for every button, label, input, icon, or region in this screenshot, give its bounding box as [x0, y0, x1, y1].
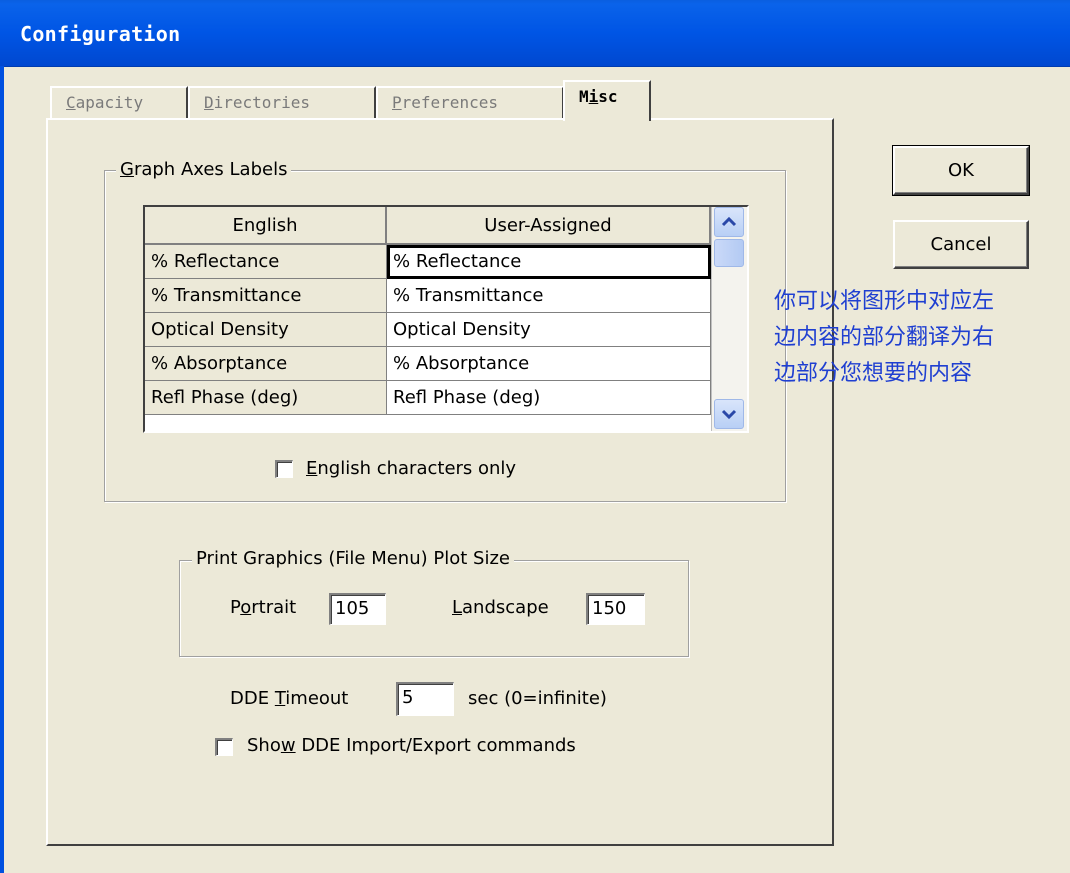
show-dde-text-b: DDE Import/Export commands — [295, 735, 576, 756]
tab-capacity[interactable]: Capacity — [50, 86, 188, 118]
show-dde-commands-label[interactable]: Show DDE Import/Export commands — [247, 735, 576, 757]
tab-preferences-label: references — [401, 93, 498, 112]
grid-cell-user[interactable]: % Reflectance — [387, 245, 711, 279]
tab-capacity-label: apacity — [75, 93, 144, 112]
grid-cell-english: Refl Phase (deg) — [145, 381, 387, 415]
tab-directories[interactable]: Directories — [188, 86, 376, 118]
dde-timeout-mnemonic: T — [274, 688, 286, 709]
annotation-line-1: 你可以将图形中对应左 — [774, 289, 995, 314]
tab-misc[interactable]: Misc — [563, 80, 651, 121]
axes-labels-grid[interactable]: English User-Assigned % Reflectance % Re… — [143, 205, 749, 433]
grid-cell-english: Optical Density — [145, 313, 387, 347]
tab-directories-label: irectories — [213, 93, 310, 112]
tab-preferences[interactable]: Preferences — [376, 86, 564, 118]
landscape-input[interactable]: 150 — [586, 593, 645, 625]
cancel-button-label: Cancel — [930, 234, 992, 255]
chevron-up-icon — [721, 216, 737, 227]
landscape-text: andscape — [462, 597, 549, 618]
english-only-label[interactable]: English characters only — [306, 458, 516, 480]
landscape-label: Landscape — [452, 597, 549, 619]
annotation-line-2: 边内容的部分翻译为右 — [774, 325, 995, 350]
dde-timeout-unit: sec (0=infinite) — [468, 688, 607, 709]
grid-vertical-scrollbar[interactable] — [711, 207, 747, 431]
ok-button-label: OK — [948, 160, 974, 181]
english-only-mnemonic: E — [306, 458, 318, 479]
portrait-text-a: P — [230, 597, 241, 618]
english-only-text: nglish characters only — [317, 458, 517, 479]
show-dde-commands-checkbox[interactable] — [215, 738, 233, 756]
portrait-label: Portrait — [230, 597, 296, 619]
tab-directories-mnemonic: D — [204, 93, 214, 112]
grid-cell-english: % Absorptance — [145, 347, 387, 381]
tab-panel-join — [565, 117, 649, 121]
dde-timeout-text-a: DDE — [230, 688, 275, 709]
column-header-user-assigned[interactable]: User-Assigned — [387, 207, 711, 245]
window-frame-edge — [0, 66, 4, 873]
chevron-down-icon — [721, 409, 737, 420]
scroll-up-button[interactable] — [714, 207, 744, 237]
english-only-checkbox[interactable] — [275, 460, 293, 478]
grid-cell-english: % Transmittance — [145, 279, 387, 313]
grid-cell-user[interactable]: Optical Density — [387, 313, 711, 347]
portrait-input[interactable]: 105 — [329, 593, 386, 625]
tab-capacity-mnemonic: C — [66, 93, 76, 112]
dde-timeout-input[interactable]: 5 — [396, 682, 454, 716]
column-header-english[interactable]: English — [145, 207, 387, 245]
grid-cell-user[interactable]: % Absorptance — [387, 347, 711, 381]
grid-cell-user[interactable]: Refl Phase (deg) — [387, 381, 711, 415]
tab-preferences-mnemonic: P — [392, 93, 402, 112]
cancel-button[interactable]: Cancel — [893, 220, 1029, 269]
annotation-line-3: 边部分您想要的内容 — [774, 361, 973, 386]
landscape-mnemonic: L — [452, 597, 463, 618]
title-bar[interactable]: Configuration — [0, 0, 1070, 67]
graph-axes-mnemonic: G — [120, 159, 134, 180]
graph-axes-group-label: Graph Axes Labels — [116, 159, 292, 181]
ok-button[interactable]: OK — [892, 145, 1030, 196]
portrait-text-b: rtrait — [251, 597, 297, 618]
portrait-mnemonic: o — [240, 597, 252, 618]
scroll-thumb[interactable] — [714, 239, 744, 267]
window-title: Configuration — [20, 22, 181, 46]
tab-misc-label-b: sc — [598, 87, 618, 106]
show-dde-text-a: Sho — [247, 735, 281, 756]
print-graphics-group-label: Print Graphics (File Menu) Plot Size — [192, 548, 514, 570]
dde-timeout-label: DDE Timeout — [230, 688, 348, 710]
show-dde-mnemonic: w — [280, 735, 296, 756]
scroll-down-button[interactable] — [714, 399, 744, 429]
tab-misc-mnemonic: i — [588, 87, 599, 106]
grid-cell-english: % Reflectance — [145, 245, 387, 279]
dde-timeout-text-b: imeout — [285, 688, 349, 709]
grid-cell-user[interactable]: % Transmittance — [387, 279, 711, 313]
graph-axes-label-text: raph Axes Labels — [133, 159, 288, 180]
tab-misc-label-a: M — [579, 87, 589, 106]
